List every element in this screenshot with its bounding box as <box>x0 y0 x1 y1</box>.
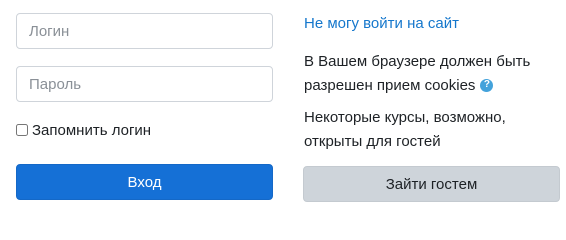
password-input[interactable] <box>16 66 273 102</box>
guest-note: Некоторые курсы, возможно, открыты для г… <box>304 109 506 150</box>
forgot-login-link[interactable]: Не могу войти на сайт <box>304 15 459 32</box>
login-button[interactable]: Вход <box>16 164 273 200</box>
remember-username-checkbox[interactable] <box>16 124 28 136</box>
help-icon[interactable]: ? <box>480 78 494 92</box>
remember-username-label: Запомнить логин <box>32 121 152 139</box>
guest-login-button[interactable]: Зайти гостем <box>303 166 560 202</box>
login-panel: Запомнить логин Вход Не могу войти на са… <box>0 0 566 207</box>
cookies-note: В Вашем браузере должен быть разрешен пр… <box>304 50 559 98</box>
cookies-note-text: В Вашем браузере должен быть разрешен пр… <box>304 53 531 94</box>
username-input[interactable] <box>16 13 273 49</box>
remember-username[interactable]: Запомнить логин <box>16 121 151 139</box>
